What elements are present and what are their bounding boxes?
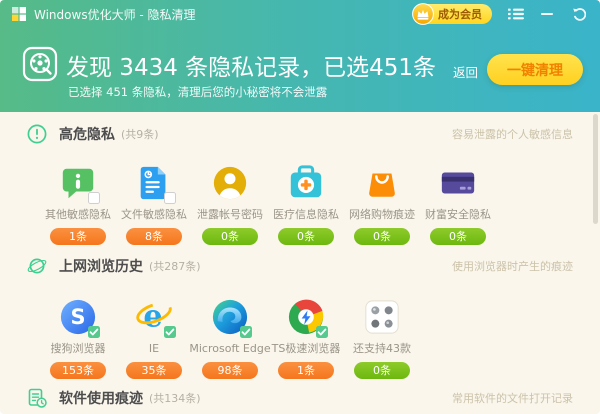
item-label: 财富安全隐私 [425, 207, 491, 223]
more-browsers-icon[interactable] [363, 298, 401, 336]
content-area: 高危隐私(共9条)容易泄露的个人敏感信息其他敏感隐私1条文件敏感隐私8条泄露帐号… [0, 112, 600, 414]
privacy-scan-icon [22, 46, 58, 82]
svg-text:e: e [143, 299, 162, 335]
item-count-badge: 98条 [202, 362, 258, 379]
section-hint: 使用浏览器时产生的痕迹 [452, 258, 573, 274]
sogou-icon[interactable]: S [59, 298, 97, 336]
item-count-badge: 0条 [202, 228, 258, 245]
member-badge-label: 成为会员 [438, 6, 482, 22]
section-hint: 常用软件的文件打开记录 [452, 390, 573, 406]
svg-text:S: S [70, 305, 85, 329]
item-count-badge: 153条 [50, 362, 106, 379]
privacy-item[interactable]: 还支持43款 0条 [344, 298, 420, 379]
privacy-item[interactable]: 其他敏感隐私 1条 [40, 164, 116, 245]
privacy-item[interactable]: Microsoft Edge 98条 [192, 298, 268, 379]
checkbox-checked-icon[interactable] [164, 326, 176, 338]
menu-list-icon[interactable] [508, 7, 524, 21]
section-count: (共134条) [149, 390, 201, 406]
checkbox-checked-icon[interactable] [316, 326, 328, 338]
titlebar: Windows优化大师 - 隐私清理 成为会员 [0, 0, 600, 28]
privacy-item[interactable]: TS极速浏览器 1条 [268, 298, 344, 379]
privacy-item[interactable]: 网络购物痕迹 0条 [344, 164, 420, 245]
crown-icon [412, 3, 434, 25]
scan-result-title: 发现 3434 条隐私记录，已选451条 [66, 48, 436, 82]
shopping-icon[interactable] [363, 164, 401, 202]
item-count-badge: 8条 [126, 228, 182, 245]
privacy-item[interactable]: 文件敏感隐私 8条 [116, 164, 192, 245]
item-label: 还支持43款 [353, 341, 411, 357]
item-count-badge: 35条 [126, 362, 182, 379]
items-row-1: 其他敏感隐私1条文件敏感隐私8条泄露帐号密码0条医疗信息隐私0条网络购物痕迹0条… [40, 164, 600, 245]
item-label: 泄露帐号密码 [197, 207, 263, 223]
section-header-3: 软件使用痕迹 (共134条) 常用软件的文件打开记录 [0, 386, 600, 410]
checkbox-checked-icon[interactable] [88, 326, 100, 338]
document-icon[interactable] [135, 164, 173, 202]
section-count: (共9条) [121, 126, 159, 142]
privacy-item[interactable]: S 搜狗浏览器 153条 [40, 298, 116, 379]
section-hint: 容易泄露的个人敏感信息 [452, 126, 573, 142]
privacy-item[interactable]: 医疗信息隐私 0条 [268, 164, 344, 245]
chat-info-icon[interactable] [59, 164, 97, 202]
privacy-item[interactable]: 财富安全隐私 0条 [420, 164, 496, 245]
scrollbar-thumb[interactable] [593, 114, 598, 224]
app-window: Windows优化大师 - 隐私清理 成为会员 [0, 0, 600, 414]
section-title: 上网浏览历史 [59, 256, 143, 276]
become-member-button[interactable]: 成为会员 [413, 4, 492, 24]
header-zone: Windows优化大师 - 隐私清理 成为会员 [0, 0, 600, 112]
planet-icon [27, 256, 47, 276]
item-count-badge: 0条 [354, 362, 410, 379]
item-label: 医疗信息隐私 [273, 207, 339, 223]
privacy-item[interactable]: 泄露帐号密码 0条 [192, 164, 268, 245]
titlebar-controls: 成为会员 [413, 4, 588, 24]
checkbox-unchecked-icon[interactable] [88, 192, 100, 204]
item-label: 其他敏感隐私 [45, 207, 111, 223]
item-count-badge: 0条 [354, 228, 410, 245]
section-title: 高危隐私 [59, 124, 115, 144]
doc-clock-icon [27, 388, 47, 408]
card-icon[interactable] [439, 164, 477, 202]
item-label: 文件敏感隐私 [121, 207, 187, 223]
app-logo-icon [12, 7, 26, 21]
item-count-badge: 0条 [430, 228, 486, 245]
back-arrow-icon[interactable] [572, 7, 588, 21]
item-count-badge: 0条 [278, 228, 334, 245]
item-label: TS极速浏览器 [272, 341, 341, 357]
ts-browser-icon[interactable] [287, 298, 325, 336]
account-icon[interactable] [211, 164, 249, 202]
item-label: IE [149, 341, 159, 357]
privacy-item[interactable]: e IE 35条 [116, 298, 192, 379]
warning-icon [27, 124, 47, 144]
checkbox-unchecked-icon[interactable] [164, 192, 176, 204]
section-count: (共287条) [149, 258, 201, 274]
edge-icon[interactable] [211, 298, 249, 336]
item-count-badge: 1条 [50, 228, 106, 245]
section-title: 软件使用痕迹 [59, 388, 143, 408]
item-count-badge: 1条 [278, 362, 334, 379]
section-header-2: 上网浏览历史 (共287条) 使用浏览器时产生的痕迹 [0, 254, 600, 278]
window-title: Windows优化大师 - 隐私清理 [34, 6, 196, 23]
scan-result-subtitle: 已选择 451 条隐私，清理后您的小秘密将不会泄露 [68, 84, 327, 100]
section-header-1: 高危隐私 (共9条) 容易泄露的个人敏感信息 [0, 122, 600, 146]
item-label: 搜狗浏览器 [51, 341, 106, 357]
minimize-icon[interactable] [540, 7, 556, 21]
items-row-2: S 搜狗浏览器 153条 e IE 35条 Microsoft Edge 98条 TS极速浏览器… [40, 298, 600, 379]
item-label: Microsoft Edge [189, 341, 270, 357]
medical-icon[interactable] [287, 164, 325, 202]
ie-icon[interactable]: e [135, 298, 173, 336]
checkbox-checked-icon[interactable] [240, 326, 252, 338]
item-label: 网络购物痕迹 [349, 207, 415, 223]
back-link[interactable]: 返回 [453, 62, 478, 81]
one-key-clean-button[interactable]: 一键清理 [487, 54, 583, 85]
